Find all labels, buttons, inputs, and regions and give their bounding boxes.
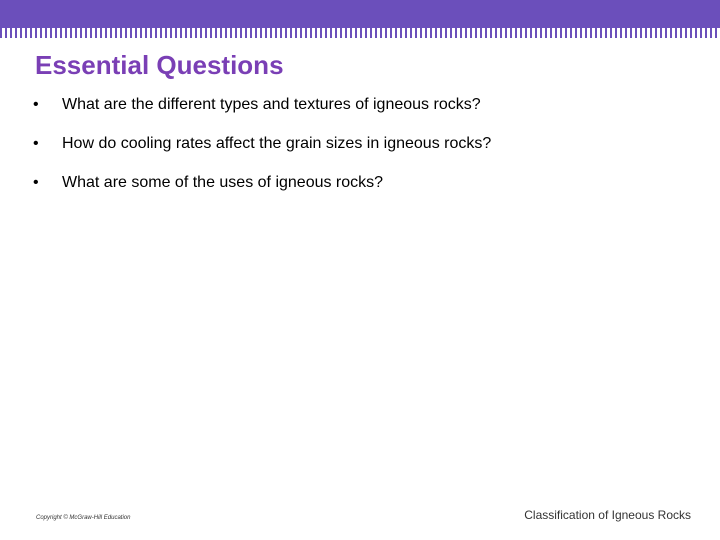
bullet-item: • What are the different types and textu… [33, 96, 491, 135]
bullet-text: What are the different types and texture… [62, 96, 481, 113]
bullet-icon: • [33, 135, 39, 152]
bullet-item: • What are some of the uses of igneous r… [33, 174, 491, 213]
slide-title: Essential Questions [35, 50, 284, 80]
bullet-list: • What are the different types and textu… [33, 96, 491, 213]
header-banner [0, 0, 720, 28]
bullet-icon: • [33, 96, 39, 113]
bullet-icon: • [33, 174, 39, 191]
copyright-notice: Copyright © McGraw-Hill Education [36, 515, 131, 521]
header-dashed-divider [0, 28, 720, 38]
bullet-item: • How do cooling rates affect the grain … [33, 135, 491, 174]
bullet-text: How do cooling rates affect the grain si… [62, 135, 492, 152]
bullet-text: What are some of the uses of igneous roc… [62, 174, 384, 191]
footer-title: Classification of Igneous Rocks [524, 508, 691, 522]
